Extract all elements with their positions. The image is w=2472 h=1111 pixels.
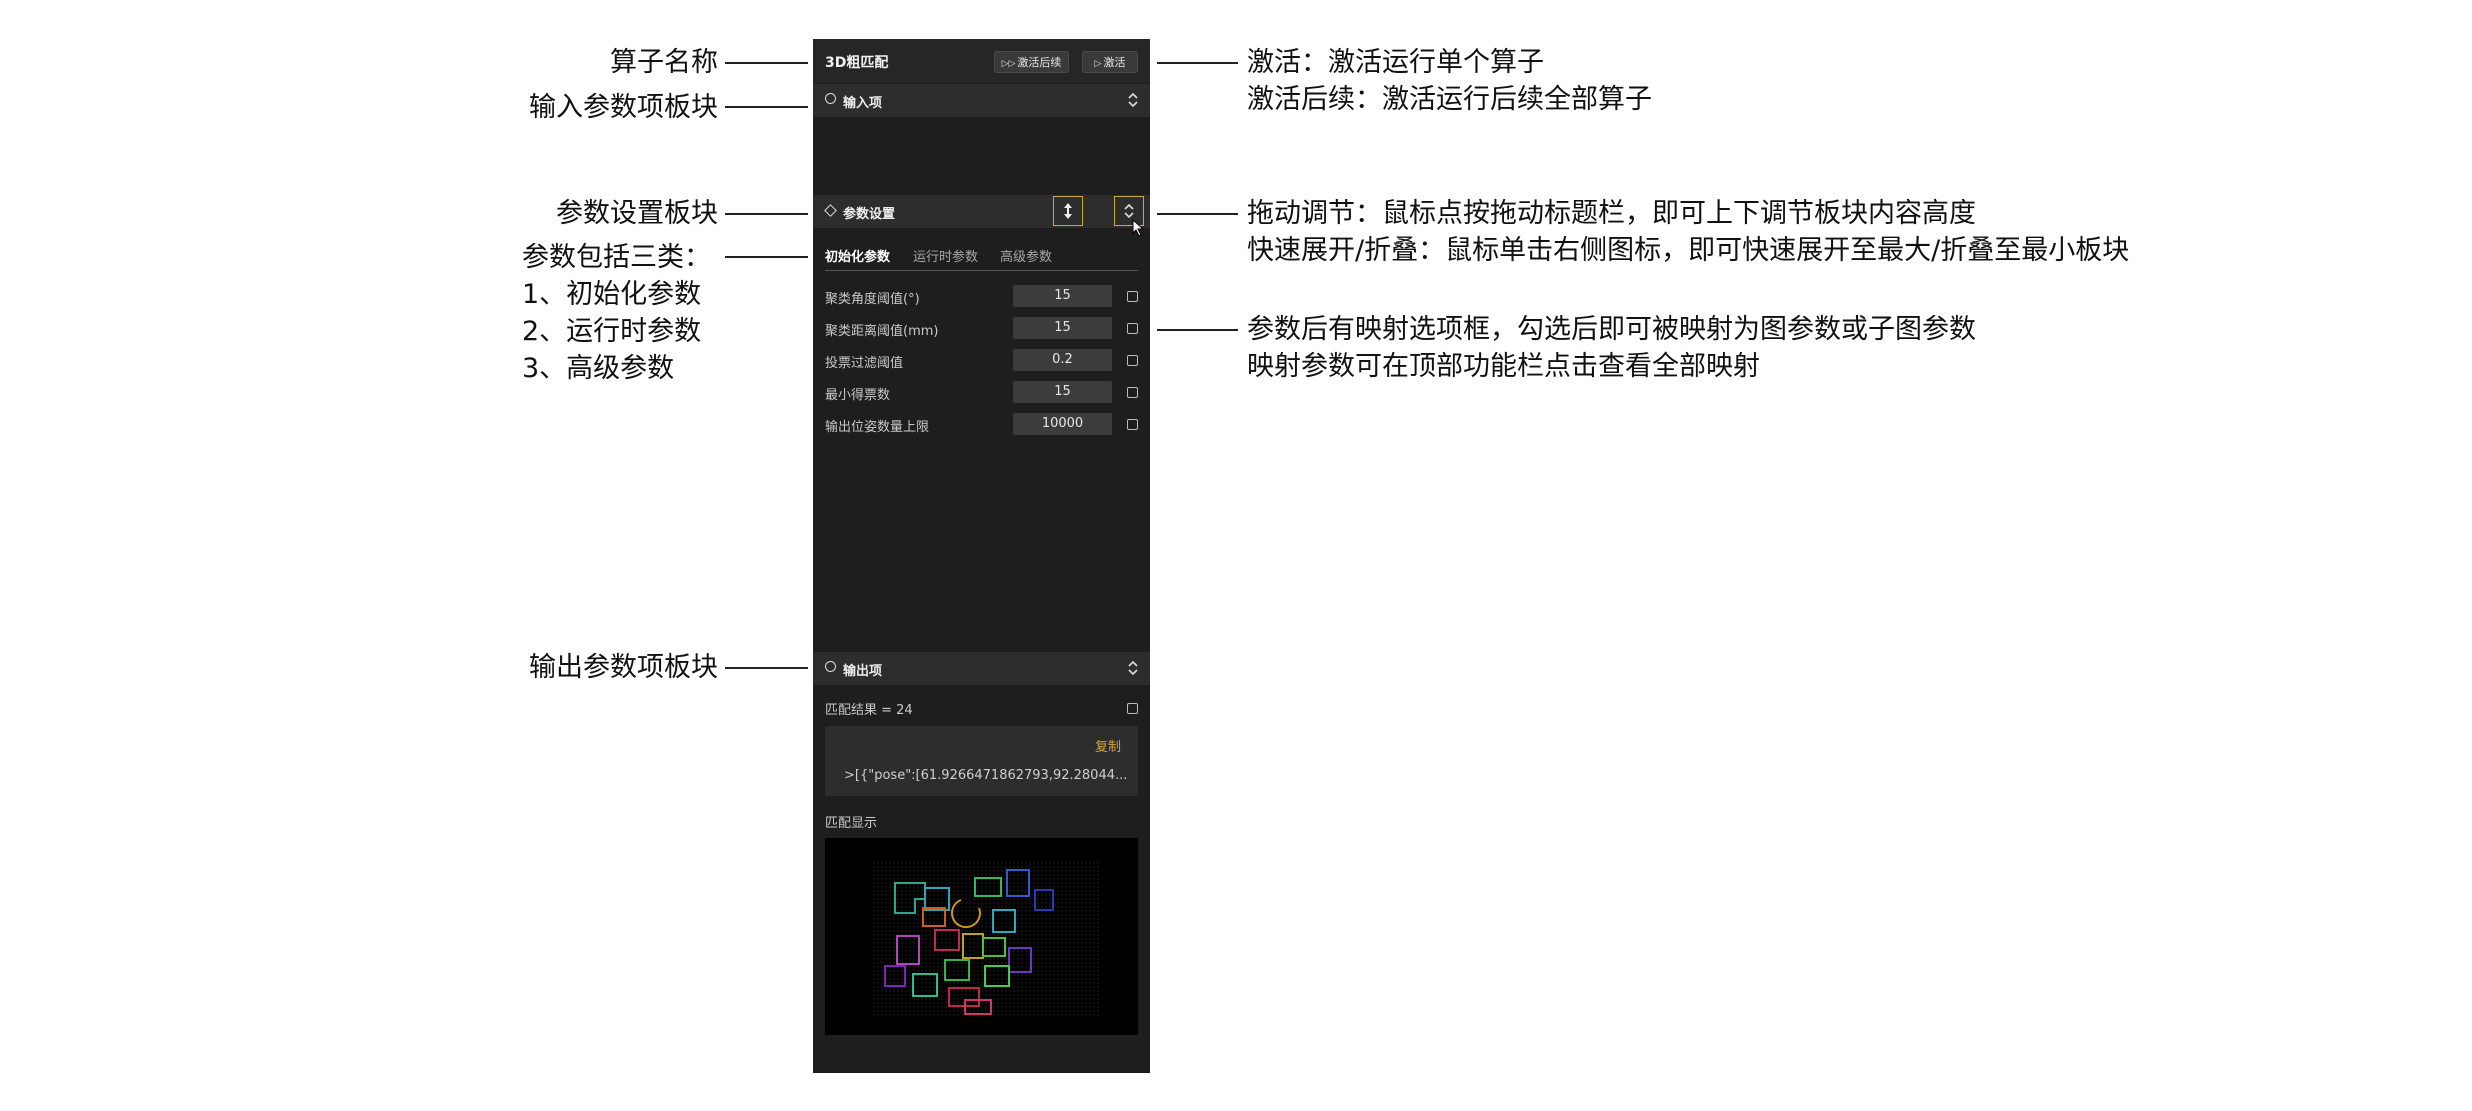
annotation-line: 激活后续：激活运行后续全部算子 <box>1247 84 1652 115</box>
annotation-activate: 激活：激活运行单个算子 激活后续：激活运行后续全部算子 <box>1247 44 1652 118</box>
match-display-label: 匹配显示 <box>825 816 878 831</box>
diamond-icon <box>824 204 837 217</box>
annotation-mapping: 参数后有映射选项框，勾选后即可被映射为图参数或子图参数 映射参数可在顶部功能栏点… <box>1247 311 1976 385</box>
play-icon: ▷ <box>1094 59 1102 69</box>
match-display-image <box>825 838 1138 1035</box>
param-label: 投票过滤阈值 <box>825 356 904 371</box>
mapping-checkbox[interactable] <box>1127 291 1138 302</box>
param-value-input[interactable]: 0.2 <box>1013 349 1112 371</box>
annotation-line: 映射参数可在顶部功能栏点击查看全部映射 <box>1247 351 1760 382</box>
param-label: 最小得票数 <box>825 388 891 403</box>
mapping-checkbox[interactable] <box>1127 323 1138 334</box>
param-row: 聚类距离阈值(mm) 15 <box>825 317 1138 341</box>
expand-collapse-icon[interactable] <box>1126 658 1140 678</box>
json-output-box: 复制 >[{"pose":[61.9266471862793,92.28044.… <box>825 726 1138 796</box>
annotation-line: 激活：激活运行单个算子 <box>1247 47 1544 78</box>
tab-runtime-params[interactable]: 运行时参数 <box>913 246 978 265</box>
expand-collapse-icon <box>1124 203 1134 219</box>
param-label: 聚类角度阈值(°) <box>825 292 920 307</box>
input-section-title: 输入项 <box>843 96 883 111</box>
operator-name: 3D粗匹配 <box>825 55 889 71</box>
annotation-param-types: 参数包括三类： 1、初始化参数 2、运行时参数 3、高级参数 <box>522 239 711 387</box>
annotation-line: 1、初始化参数 <box>522 279 702 310</box>
drag-handle[interactable] <box>1053 196 1083 226</box>
tab-init-params[interactable]: 初始化参数 <box>825 246 890 265</box>
match-result-label: 匹配结果 = 24 <box>825 703 913 718</box>
param-value-input[interactable]: 15 <box>1013 285 1112 307</box>
fast-forward-icon: ▷▷ <box>1001 59 1016 69</box>
mouse-cursor-icon <box>1132 219 1145 237</box>
param-row: 聚类角度阈值(°) 15 <box>825 285 1138 309</box>
output-section-title: 输出项 <box>843 664 883 679</box>
annotation-operator-name: 算子名称 <box>610 47 718 78</box>
annotation-drag: 拖动调节：鼠标点按拖动标题栏，即可上下调节板块内容高度 快速展开/折叠：鼠标单击… <box>1247 195 2129 269</box>
copy-button[interactable]: 复制 <box>1095 736 1121 755</box>
annotation-line: 参数后有映射选项框，勾选后即可被映射为图参数或子图参数 <box>1247 314 1976 345</box>
expand-collapse-icon[interactable] <box>1126 90 1140 110</box>
annotation-line: 拖动调节：鼠标点按拖动标题栏，即可上下调节板块内容高度 <box>1247 198 1976 229</box>
param-value-input[interactable]: 10000 <box>1013 413 1112 435</box>
param-label: 输出位姿数量上限 <box>825 420 930 435</box>
param-value-input[interactable]: 15 <box>1013 317 1112 339</box>
drag-resize-icon <box>1064 203 1072 219</box>
param-row: 最小得票数 15 <box>825 381 1138 405</box>
activate-continue-button[interactable]: ▷▷ 激活后续 <box>994 51 1069 73</box>
annotation-line: 2、运行时参数 <box>522 316 702 347</box>
activate-button[interactable]: ▷ 激活 <box>1082 51 1138 73</box>
input-section-header[interactable]: 输入项 <box>813 84 1150 117</box>
param-row: 投票过滤阈值 0.2 <box>825 349 1138 373</box>
mapping-checkbox[interactable] <box>1127 387 1138 398</box>
param-section-title: 参数设置 <box>843 207 896 222</box>
button-label: 激活后续 <box>1017 56 1062 69</box>
param-tabs: 初始化参数 运行时参数 高级参数 <box>825 244 1138 271</box>
mapping-checkbox[interactable] <box>1127 355 1138 366</box>
circle-icon <box>825 93 836 104</box>
annotation-line: 3、高级参数 <box>522 353 675 384</box>
annotation-output-block: 输出参数项板块 <box>529 652 718 683</box>
param-label: 聚类距离阈值(mm) <box>825 324 939 339</box>
json-preview: >[{"pose":[61.9266471862793,92.28044... <box>844 768 1128 783</box>
annotation-line: 快速展开/折叠：鼠标单击右侧图标，即可快速展开至最大/折叠至最小板块 <box>1247 235 2130 266</box>
mapping-checkbox[interactable] <box>1127 419 1138 430</box>
annotation-param-block: 参数设置板块 <box>556 198 718 229</box>
tab-advanced-params[interactable]: 高级参数 <box>1000 246 1052 265</box>
annotation-input-block: 输入参数项板块 <box>529 92 718 123</box>
button-label: 激活 <box>1103 56 1126 69</box>
mapping-checkbox[interactable] <box>1127 703 1138 714</box>
param-row: 输出位姿数量上限 10000 <box>825 413 1138 437</box>
output-section-header[interactable]: 输出项 <box>813 652 1150 685</box>
param-section-header[interactable]: 参数设置 <box>813 195 1150 237</box>
operator-panel: 3D粗匹配 ▷▷ 激活后续 ▷ 激活 输入项 参数设置 初始化参数 运行时参数 … <box>813 39 1150 1073</box>
circle-icon <box>825 661 836 672</box>
operator-title-bar[interactable]: 3D粗匹配 ▷▷ 激活后续 ▷ 激活 <box>813 39 1150 83</box>
annotation-connector-lines <box>725 62 1238 669</box>
param-value-input[interactable]: 15 <box>1013 381 1112 403</box>
annotation-line: 参数包括三类： <box>522 242 711 273</box>
